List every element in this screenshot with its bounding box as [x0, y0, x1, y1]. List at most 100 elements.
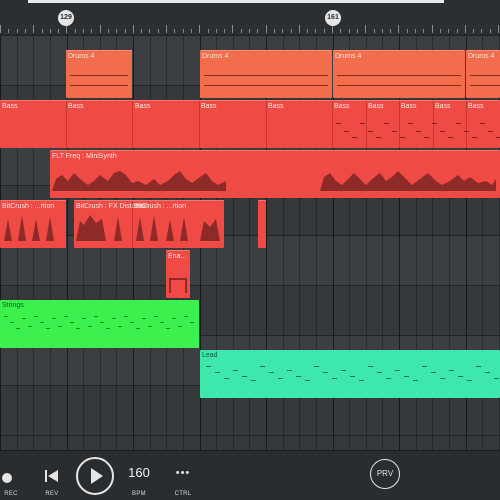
pattern-clip-bass-row[interactable]: Bass Bass Bass Bass Bass Bass Bass Bass … — [0, 100, 500, 148]
ruler-tick — [481, 29, 483, 33]
ruler-tick — [282, 29, 284, 33]
note-mark — [184, 316, 188, 317]
note-mark — [384, 123, 389, 124]
note-mark — [360, 123, 365, 124]
control-button[interactable]: ••• CTRL — [168, 451, 198, 497]
playlist-screen: 129 161 Drums 4 Drums 4 Drums 4 Drums 4 … — [0, 0, 500, 500]
tempo-button[interactable]: 160 BPM — [124, 451, 154, 497]
ruler-tick — [232, 25, 234, 33]
ruler-tick — [348, 29, 350, 33]
preview-button[interactable]: PRV — [370, 459, 400, 489]
ruler-tick — [91, 29, 93, 33]
clip-label: Drums 4 — [68, 53, 95, 60]
reverse-button[interactable]: REV — [38, 451, 66, 497]
note-mark — [448, 137, 453, 138]
horizontal-scrollbar[interactable] — [28, 0, 444, 3]
note-mark — [432, 123, 437, 124]
pattern-clip-drums[interactable]: Drums 4 — [466, 50, 500, 98]
ruler-tick — [340, 29, 342, 33]
note-mark — [287, 370, 292, 371]
note-mark — [224, 378, 229, 379]
note-mark — [344, 131, 349, 132]
note-mark — [376, 137, 381, 138]
ruler-tick — [132, 25, 134, 33]
note-mark — [404, 376, 409, 377]
ruler-tick — [149, 29, 151, 33]
note-mark — [178, 326, 182, 327]
note-mark — [332, 378, 337, 379]
ruler-tick — [315, 29, 317, 33]
playlist-grid[interactable]: Drums 4 Drums 4 Drums 4 Drums 4 Bass Bas… — [0, 36, 500, 450]
timeline-ruler[interactable]: 129 161 — [0, 0, 500, 36]
ruler-tick — [332, 25, 333, 33]
note-mark — [336, 123, 341, 124]
automation-clip-bitcrush[interactable]: BitCrush : ...rtion — [0, 200, 66, 248]
pattern-clip-strings[interactable]: Strings — [0, 300, 199, 348]
note-mark — [449, 370, 454, 371]
note-mark — [40, 322, 44, 323]
clip-label: Bass — [401, 103, 417, 110]
clip-label: Bass — [268, 103, 284, 110]
clip-label: Bass — [68, 103, 84, 110]
automation-clip-flt-freq[interactable]: FLT Freq : MiniSynth — [50, 150, 500, 198]
note-mark — [94, 316, 98, 317]
ruler-tick — [290, 29, 292, 33]
ruler-tick — [116, 29, 118, 33]
clip-label: Drums 4 — [468, 53, 495, 60]
ruler-tick — [365, 25, 367, 33]
automation-clip-enable[interactable]: Ena... — [166, 250, 190, 298]
pattern-clip-drums[interactable]: Drums 4 — [333, 50, 465, 98]
note-mark — [10, 322, 14, 323]
note-mark — [64, 316, 68, 317]
automation-clip-bitcrush[interactable]: BitCrush : FX Distortion BitCrush : ...r… — [74, 200, 224, 248]
note-mark — [392, 131, 397, 132]
bar-marker-161[interactable]: 161 — [325, 10, 341, 26]
ruler-tick — [431, 25, 433, 33]
note-mark — [242, 376, 247, 377]
pattern-clip-lead[interactable]: Lead — [200, 350, 500, 398]
note-mark — [467, 380, 472, 381]
note-mark — [314, 366, 319, 367]
note-mark — [70, 322, 74, 323]
note-mark — [260, 366, 265, 367]
ruler-tick — [356, 29, 358, 33]
note-mark — [251, 380, 256, 381]
note-mark — [305, 380, 310, 381]
note-mark — [424, 137, 429, 138]
automation-curve — [169, 278, 187, 293]
note-mark — [233, 370, 238, 371]
clip-label: Bass — [334, 103, 350, 110]
ruler-tick — [439, 29, 441, 33]
ruler-tick — [49, 29, 51, 33]
ruler-tick — [83, 29, 84, 33]
ruler-tick — [390, 29, 392, 33]
pattern-clip-drums[interactable]: Drums 4 — [200, 50, 332, 98]
play-button[interactable] — [76, 457, 114, 495]
ruler-tick — [489, 29, 491, 33]
record-button[interactable]: REC — [0, 451, 20, 497]
note-mark — [359, 380, 364, 381]
grid-line — [66, 36, 68, 450]
note-mark — [456, 123, 461, 124]
ruler-tick — [99, 25, 101, 33]
clip-label: Bass — [2, 103, 18, 110]
clip-label: Bass — [468, 103, 484, 110]
note-mark — [408, 123, 413, 124]
pattern-clip-drums[interactable]: Drums 4 — [66, 50, 132, 98]
ruler-tick — [107, 29, 109, 33]
clip-label: Drums 4 — [335, 53, 362, 60]
note-mark — [368, 131, 373, 132]
automation-curve — [4, 215, 54, 241]
ruler-tick — [24, 29, 26, 33]
note-mark — [413, 380, 418, 381]
play-icon — [91, 468, 103, 484]
automation-clip-bitcrush[interactable] — [258, 200, 266, 248]
ruler-tick — [215, 29, 217, 33]
record-icon — [2, 473, 12, 483]
ruler-tick — [257, 29, 259, 33]
note-mark — [341, 370, 346, 371]
bar-marker-129[interactable]: 129 — [58, 10, 74, 26]
clip-label: Bass — [135, 103, 151, 110]
note-mark — [352, 137, 357, 138]
ruler-tick — [124, 29, 126, 33]
